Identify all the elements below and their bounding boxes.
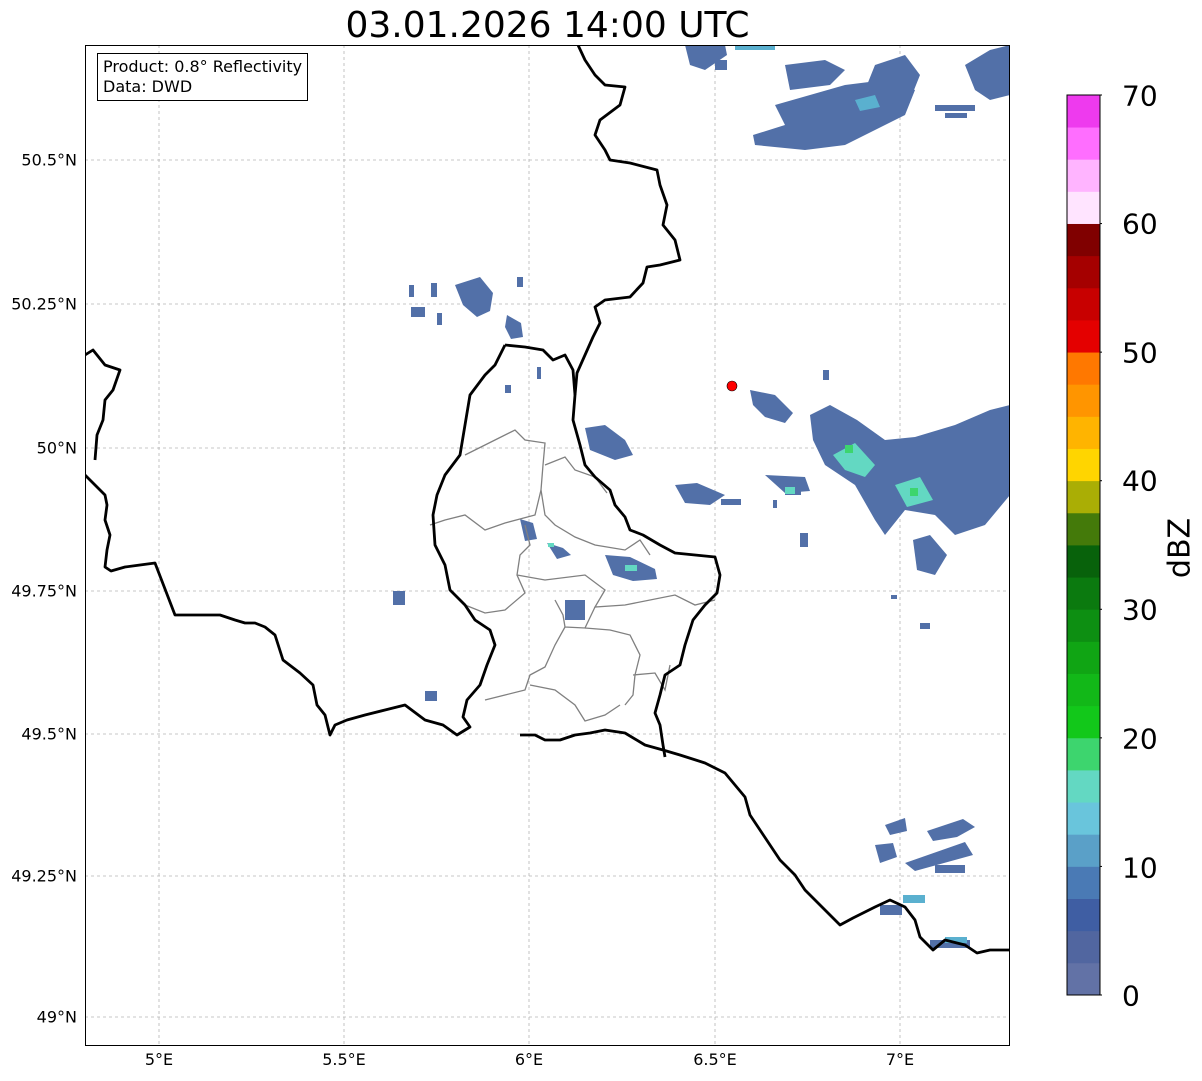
colorbar-segment xyxy=(1067,609,1100,642)
radar-site-marker xyxy=(726,380,738,392)
colorbar-tick-label: 30 xyxy=(1122,593,1158,627)
colorbar-segment xyxy=(1067,577,1100,610)
colorbar-segment xyxy=(1067,320,1100,353)
colorbar-segment xyxy=(1067,641,1100,674)
colorbar-segment xyxy=(1067,770,1100,803)
product-label: Product: 0.8° Reflectivity xyxy=(103,57,303,76)
colorbar-segment xyxy=(1067,898,1100,932)
lat-tick-label: 49°N xyxy=(36,1007,77,1027)
colorbar-tick-label: 10 xyxy=(1122,851,1158,885)
lat-tick-label: 49.5°N xyxy=(21,724,77,744)
colorbar-segment xyxy=(1067,416,1100,449)
colorbar-segment xyxy=(1067,255,1100,289)
colorbar-tick-label: 40 xyxy=(1122,464,1158,498)
colorbar-segment xyxy=(1067,962,1100,996)
colorbar-segment xyxy=(1067,802,1100,835)
colorbar-segment xyxy=(1067,352,1100,385)
lat-tick-label: 50.25°N xyxy=(11,294,77,314)
lat-tick-label: 49.25°N xyxy=(11,866,77,886)
colorbar-tick-label: 0 xyxy=(1122,979,1140,1013)
lat-tick-label: 50.5°N xyxy=(21,150,77,170)
colorbar-segment xyxy=(1067,930,1100,964)
lon-tick-label: 5°E xyxy=(144,1050,174,1069)
product-info-box: Product: 0.8° Reflectivity Data: DWD xyxy=(97,53,309,101)
colorbar-segment xyxy=(1067,673,1100,707)
colorbar-segment xyxy=(1067,95,1100,128)
colorbar-segment xyxy=(1067,545,1100,578)
lon-tick-label: 7°E xyxy=(885,1050,915,1069)
colorbar-segment xyxy=(1067,223,1100,257)
lat-tick-label: 49.75°N xyxy=(11,581,77,601)
colorbar-tick-label: 50 xyxy=(1122,336,1158,370)
colorbar-segment xyxy=(1067,705,1100,739)
colorbar-segment xyxy=(1067,737,1100,771)
colorbar-segment xyxy=(1067,159,1100,192)
lon-tick-label: 6.5°E xyxy=(693,1050,737,1069)
lon-tick-label: 5.5°E xyxy=(322,1050,366,1069)
colorbar-label: dBZ xyxy=(1162,517,1198,579)
lat-tick-label: 50°N xyxy=(36,438,77,458)
colorbar-tick-label: 60 xyxy=(1122,207,1158,241)
data-source-label: Data: DWD xyxy=(103,77,193,96)
radar-map[interactable] xyxy=(85,45,1010,1046)
colorbar-segment xyxy=(1067,448,1100,482)
colorbar-segment xyxy=(1067,834,1100,867)
colorbar xyxy=(1066,94,1102,996)
colorbar-segment xyxy=(1067,191,1100,224)
colorbar-segment xyxy=(1067,287,1100,321)
map-title: 03.01.2026 14:00 UTC xyxy=(345,5,750,46)
colorbar-segment xyxy=(1067,384,1100,417)
colorbar-segment xyxy=(1067,480,1100,514)
lon-tick-label: 6°E xyxy=(514,1050,544,1069)
colorbar-segment xyxy=(1067,866,1100,899)
colorbar-segment xyxy=(1067,512,1100,546)
colorbar-segment xyxy=(1067,127,1100,160)
colorbar-tick-label: 20 xyxy=(1122,722,1158,756)
colorbar-tick-label: 70 xyxy=(1122,79,1158,113)
